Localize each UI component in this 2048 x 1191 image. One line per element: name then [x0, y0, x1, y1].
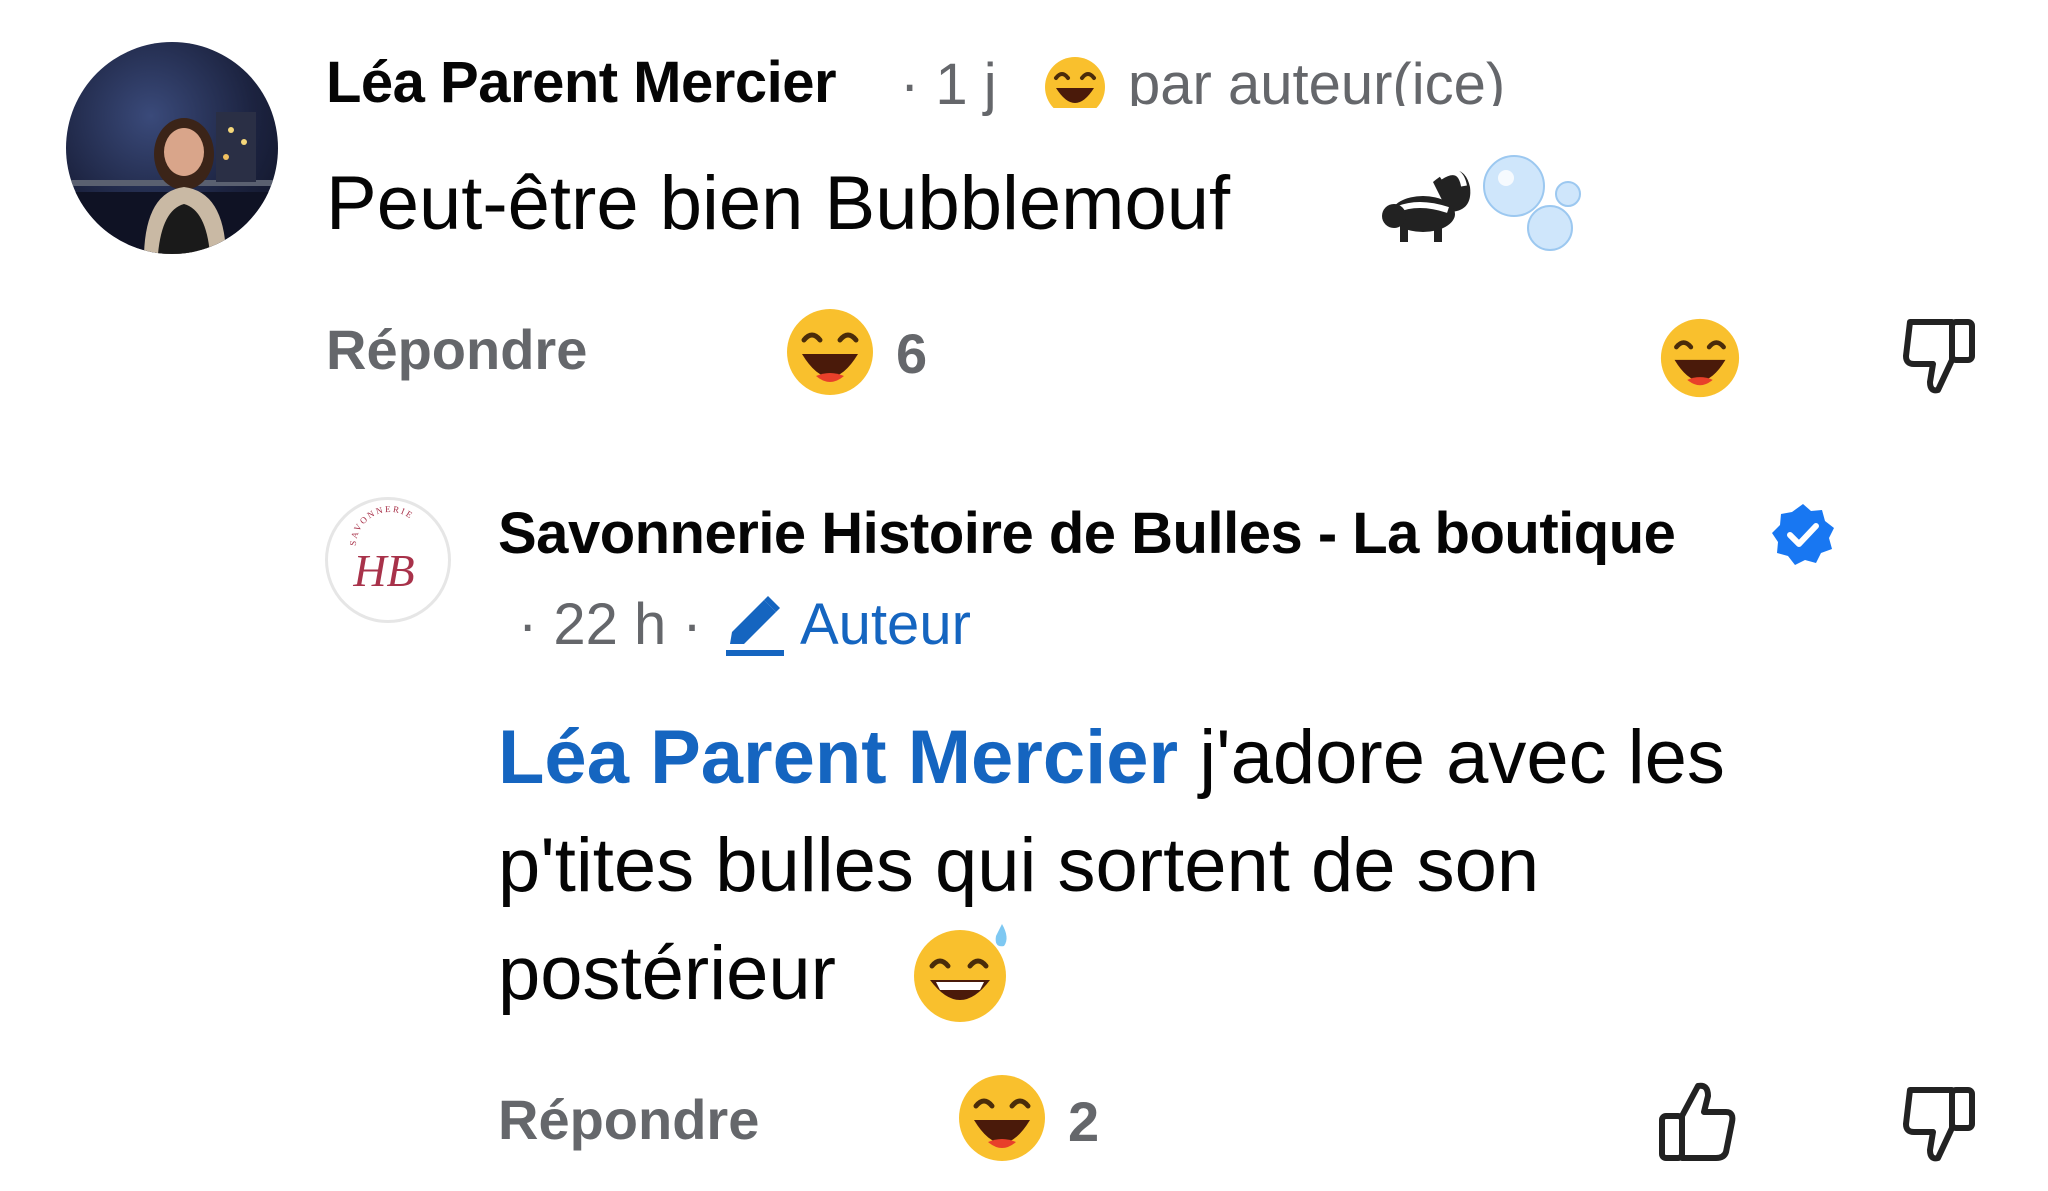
thumbs-down-icon[interactable] — [1900, 1082, 1980, 1166]
reply-time[interactable]: · 22 h · — [518, 596, 702, 654]
author-badge-emoji — [1044, 56, 1106, 108]
reaction-count[interactable]: 2 — [1068, 1094, 1099, 1150]
svg-text:HB: HB — [352, 545, 414, 596]
sweat-smile-emoji — [910, 920, 1016, 1026]
comment-author-name[interactable]: Léa Parent Mercier — [326, 54, 837, 112]
reply-button[interactable]: Répondre — [498, 1092, 759, 1148]
reply-author-name[interactable]: Savonnerie Histoire de Bulles - La bouti… — [498, 505, 1676, 563]
commenter-avatar[interactable] — [66, 42, 278, 254]
mention-link[interactable]: Léa Parent Mercier — [498, 715, 1178, 800]
svg-text:SAVONNERIE: SAVONNERIE — [348, 504, 416, 546]
laughing-reaction-icon[interactable] — [958, 1074, 1046, 1162]
comment-time[interactable]: · 1 j — [900, 56, 997, 114]
author-tag: Auteur — [800, 592, 971, 657]
laughing-reaction-icon[interactable] — [786, 308, 874, 396]
reply-button[interactable]: Répondre — [326, 322, 587, 378]
reply-text-line-3: postérieur — [498, 931, 836, 1016]
author-badge-label: par auteur(ice) — [1128, 56, 1506, 106]
bubbles-emoji — [1478, 152, 1588, 262]
thumbs-down-icon[interactable] — [1900, 314, 1980, 398]
skunk-emoji — [1378, 152, 1478, 252]
pencil-icon — [722, 592, 788, 658]
reaction-count[interactable]: 6 — [896, 326, 927, 382]
reply-text-line-1: Léa Parent Mercier j'adore avec les — [498, 715, 1725, 800]
thumbs-up-icon[interactable] — [1656, 1080, 1740, 1164]
comment-text: Peut-être bien Bubblemouf — [326, 161, 1231, 246]
page-logo-avatar[interactable]: SAVONNERIE HB — [325, 497, 451, 623]
reply-text-line-2: p'tites bulles qui sortent de son — [498, 823, 1540, 908]
verified-badge-icon — [1770, 502, 1836, 568]
laughing-react-button[interactable] — [1660, 318, 1740, 398]
